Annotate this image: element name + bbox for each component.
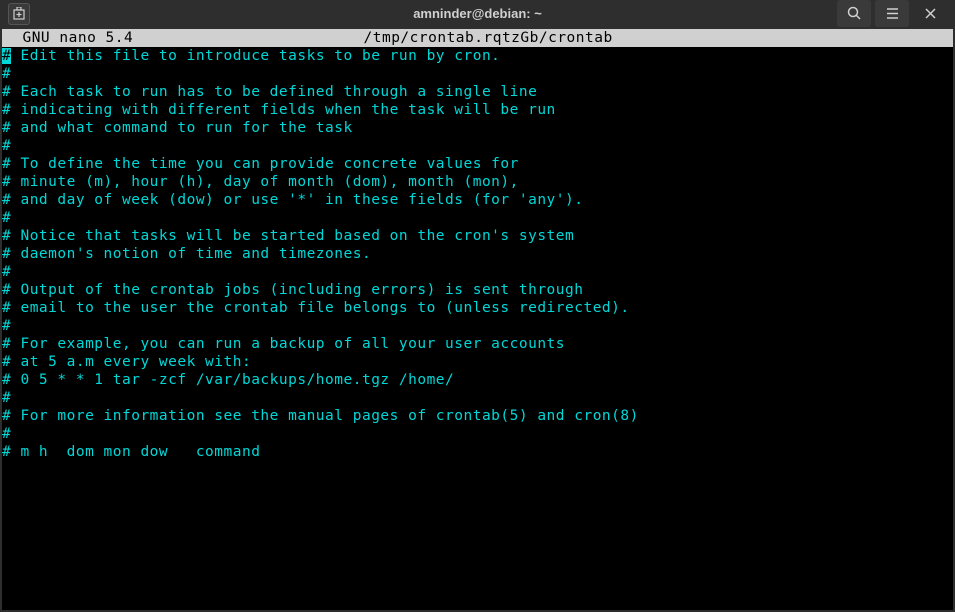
titlebar-right [837, 0, 947, 27]
editor-line: # Output of the crontab jobs (including … [2, 281, 953, 299]
nano-filename: /tmp/crontab.rqtzGb/crontab [23, 29, 953, 47]
new-tab-icon [12, 7, 26, 21]
terminal[interactable]: GNU nano 5.4 /tmp/crontab.rqtzGb/crontab… [2, 29, 953, 610]
editor-line: # [2, 263, 953, 281]
search-icon [847, 6, 862, 21]
editor-line: # Each task to run has to be defined thr… [2, 83, 953, 101]
new-tab-button[interactable] [8, 3, 30, 25]
editor-line: # 0 5 * * 1 tar -zcf /var/backups/home.t… [2, 371, 953, 389]
terminal-container: GNU nano 5.4 /tmp/crontab.rqtzGb/crontab… [0, 27, 955, 612]
editor-line: # For example, you can run a backup of a… [2, 335, 953, 353]
editor-line: # and what command to run for the task [2, 119, 953, 137]
editor-line: # [2, 425, 953, 443]
editor-line: # To define the time you can provide con… [2, 155, 953, 173]
editor-line: # Notice that tasks will be started base… [2, 227, 953, 245]
close-icon [924, 7, 937, 20]
editor-line: # at 5 a.m every week with: [2, 353, 953, 371]
window-title: amninder@debian: ~ [413, 6, 542, 21]
editor-line: # For more information see the manual pa… [2, 407, 953, 425]
hamburger-icon [885, 6, 900, 21]
editor-content[interactable]: # Edit this file to introduce tasks to b… [2, 47, 953, 461]
editor-line: # minute (m), hour (h), day of month (do… [2, 173, 953, 191]
editor-line: # [2, 65, 953, 83]
cursor: # [2, 48, 11, 64]
menu-button[interactable] [875, 0, 909, 27]
search-button[interactable] [837, 0, 871, 27]
editor-line: # Edit this file to introduce tasks to b… [2, 47, 953, 65]
nano-status-bar: GNU nano 5.4 /tmp/crontab.rqtzGb/crontab [2, 29, 953, 47]
editor-line: # [2, 209, 953, 227]
titlebar-left [8, 3, 30, 25]
editor-line: # daemon's notion of time and timezones. [2, 245, 953, 263]
editor-line: # indicating with different fields when … [2, 101, 953, 119]
editor-line: # m h dom mon dow command [2, 443, 953, 461]
editor-line: # email to the user the crontab file bel… [2, 299, 953, 317]
editor-line: # [2, 389, 953, 407]
editor-line: # [2, 137, 953, 155]
close-button[interactable] [913, 0, 947, 27]
editor-line: # [2, 317, 953, 335]
window-titlebar: amninder@debian: ~ [0, 0, 955, 27]
editor-line: # and day of week (dow) or use '*' in th… [2, 191, 953, 209]
